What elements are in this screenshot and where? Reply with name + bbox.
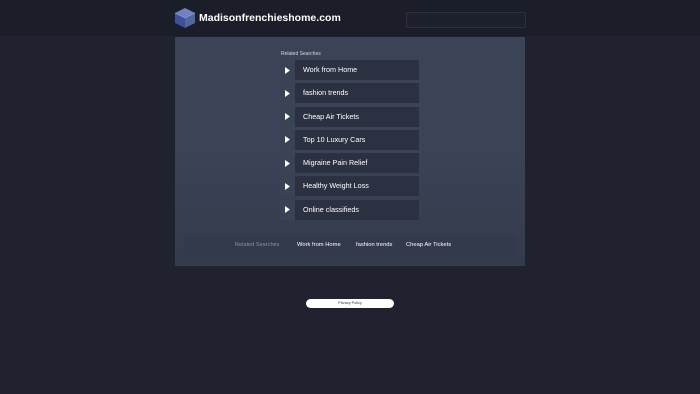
arrow-box <box>280 106 295 127</box>
related-searches-list: Work from Home fashion trends Cheap Air … <box>280 60 419 223</box>
related-searches-heading: Related Searches <box>281 51 321 57</box>
search-link-label: Top 10 Luxury Cars <box>303 134 366 144</box>
play-arrow-icon <box>285 89 290 97</box>
search-link-healthy-weight-loss[interactable]: Healthy Weight Loss <box>280 176 419 197</box>
privacy-policy-button[interactable]: Privacy Policy <box>306 299 394 308</box>
search-link-migraine-pain-relief[interactable]: Migraine Pain Relief <box>280 153 419 174</box>
cube-logo-icon[interactable] <box>174 7 196 29</box>
arrow-box <box>280 83 295 104</box>
search-link-label: Work from Home <box>303 65 358 74</box>
search-link-label: Online classifieds <box>303 204 359 214</box>
search-link-label: Healthy Weight Loss <box>303 181 369 191</box>
search-link-label: fashion trends <box>303 88 349 98</box>
search-input[interactable] <box>406 12 526 28</box>
bottom-related-heading: Related Searches <box>235 242 280 248</box>
search-link-label: Cheap Air Tickets <box>303 111 359 121</box>
arrow-box <box>280 60 295 80</box>
play-arrow-icon <box>285 66 290 74</box>
play-arrow-icon <box>285 113 290 121</box>
related-searches-panel: Related Searches Work from Home fashion … <box>175 37 525 266</box>
arrow-box <box>280 199 295 220</box>
play-arrow-icon <box>285 206 290 214</box>
search-link-label: Migraine Pain Relief <box>303 158 368 168</box>
search-link-online-classifieds[interactable]: Online classifieds <box>280 199 419 220</box>
search-link-top-10-luxury-cars[interactable]: Top 10 Luxury Cars <box>280 129 419 150</box>
play-arrow-icon <box>285 159 290 167</box>
search-link-cheap-air-tickets[interactable]: Cheap Air Tickets <box>280 106 419 127</box>
search-link-fashion-trends[interactable]: fashion trends <box>280 83 419 104</box>
bottom-link-fashion-trends[interactable]: fashion trends <box>356 241 392 249</box>
arrow-box <box>280 153 295 174</box>
arrow-box <box>280 176 295 197</box>
bottom-link-work-from-home[interactable]: Work from Home <box>297 241 341 249</box>
bottom-link-cheap-air-tickets[interactable]: Cheap Air Tickets <box>406 241 451 249</box>
play-arrow-icon <box>285 136 290 144</box>
bottom-related-bar: Related Searches Work from Home fashion … <box>185 235 515 255</box>
arrow-box <box>280 129 295 150</box>
top-bar: Madisonfrenchieshome.com <box>0 0 700 36</box>
play-arrow-icon <box>285 182 290 190</box>
site-title[interactable]: Madisonfrenchieshome.com <box>199 11 341 25</box>
search-link-work-from-home[interactable]: Work from Home <box>280 60 419 80</box>
